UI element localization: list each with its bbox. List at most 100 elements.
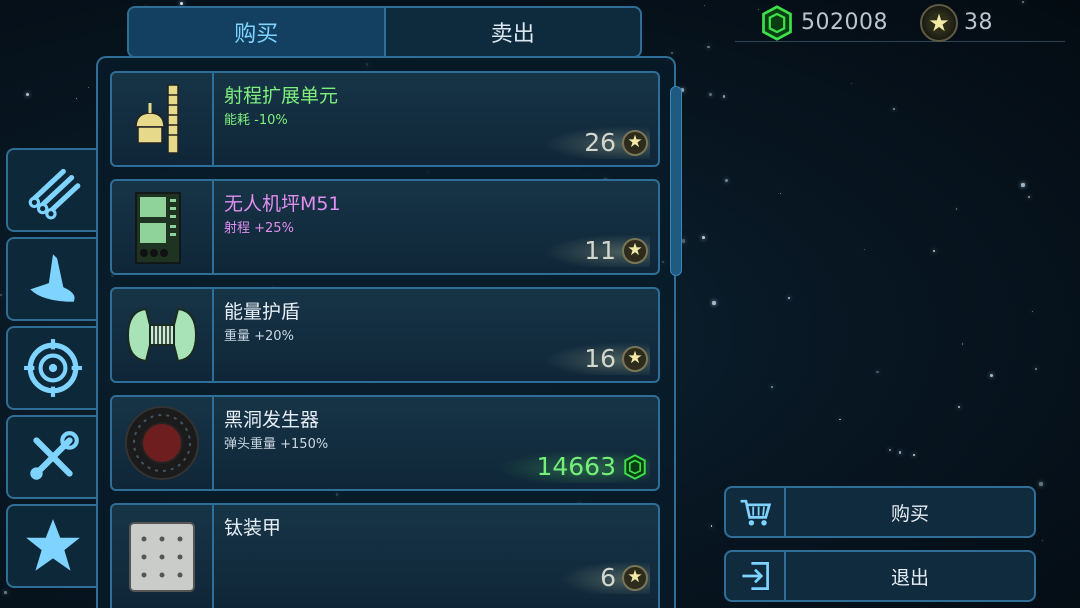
star-dot (671, 52, 674, 55)
item-stat: 能耗 -10% (224, 113, 288, 128)
price-value: 14663 (536, 452, 616, 481)
star-currency-icon: ★ (622, 237, 648, 264)
item-titanium-armor[interactable]: 钛装甲 6 ★ (110, 503, 660, 608)
star-dot (898, 451, 902, 454)
item-price: 16 ★ (544, 342, 650, 375)
wing-icon (30, 254, 75, 302)
item-thumb (112, 505, 214, 608)
star-dot (704, 4, 706, 6)
star-icon (26, 519, 80, 571)
star-dot (179, 1, 183, 5)
star-dot (26, 93, 30, 97)
list-scrollbar[interactable] (670, 86, 682, 276)
star-currency-icon: ★ (622, 345, 648, 372)
item-name: 能量护盾 (224, 301, 301, 323)
black-hole-icon (125, 406, 199, 480)
star-dot (888, 448, 892, 452)
star-dot (0, 294, 3, 297)
buy-button[interactable]: 购买 (724, 486, 1036, 538)
star-dot (876, 371, 879, 374)
item-price: 6 ★ (560, 561, 650, 594)
item-name: 钛装甲 (224, 517, 282, 539)
gem-count: 502008 (801, 10, 888, 35)
item-name: 无人机坪M51 (224, 193, 341, 215)
buy-button-label: 购买 (890, 502, 929, 525)
star-dot (710, 525, 713, 527)
star-dot (788, 297, 790, 299)
star-dot (933, 250, 936, 253)
item-thumb (112, 289, 214, 381)
item-name: 射程扩展单元 (224, 85, 339, 107)
star-dot (958, 405, 961, 408)
item-drone-pad[interactable]: 无人机坪M51 射程 +25% 11 ★ (110, 179, 660, 275)
pipes-icon (28, 168, 81, 220)
item-name: 黑洞发生器 (224, 409, 320, 431)
price-value: 11 (584, 236, 616, 265)
item-range-extender[interactable]: 射程扩展单元 能耗 -10% 26 ★ (110, 71, 660, 167)
target-icon (24, 339, 82, 397)
star-dot (87, 86, 90, 89)
star-dot (1021, 183, 1025, 187)
item-price: 26 ★ (544, 126, 650, 159)
exit-button-label: 退出 (890, 566, 929, 589)
tab-bar: 购买 卖出 (127, 6, 642, 58)
star-dot (912, 453, 916, 457)
energy-shield-icon (126, 307, 198, 363)
star-dot (681, 239, 685, 243)
exit-button[interactable]: 退出 (724, 550, 1036, 602)
category-wings[interactable] (6, 237, 98, 321)
category-weapons[interactable] (6, 326, 98, 410)
range-extender-icon (135, 84, 179, 154)
star-dot (850, 82, 853, 84)
item-thumb (112, 181, 214, 273)
star-dot (1022, 1, 1024, 3)
item-thumb (112, 397, 214, 489)
star-dot (75, 97, 78, 99)
star-dot (863, 248, 865, 251)
category-parts[interactable] (6, 148, 98, 232)
titanium-armor-icon (129, 521, 195, 592)
item-thumb (112, 73, 214, 165)
exit-icon-box (726, 552, 786, 600)
star-dot (725, 178, 729, 182)
star-dot (1034, 367, 1037, 370)
star-dot (962, 343, 964, 345)
star-dot (708, 93, 712, 96)
item-stat: 射程 +25% (224, 221, 294, 236)
category-special[interactable] (6, 504, 98, 588)
item-price: 11 ★ (544, 234, 650, 267)
star-dot (707, 46, 710, 49)
star-dot (839, 418, 841, 421)
price-value: 6 (600, 563, 616, 592)
item-price: 14663 (496, 450, 650, 483)
currency-bar: 502008 ★ 38 (735, 3, 1065, 42)
gem-icon (762, 4, 792, 41)
tab-buy[interactable]: 购买 (129, 8, 386, 56)
tools-icon (30, 431, 79, 480)
star-dot (893, 107, 896, 110)
drone-pad-icon (135, 192, 181, 264)
price-value: 16 (584, 344, 616, 373)
gem-currency-icon (624, 453, 646, 480)
item-energy-shield[interactable]: 能量护盾 重量 +20% 16 ★ (110, 287, 660, 383)
star-dot (723, 95, 726, 98)
item-stat: 重量 +20% (224, 329, 294, 344)
item-stat: 弹头重量 +150% (224, 437, 329, 452)
star-dot (1027, 196, 1030, 199)
star-currency-icon: ★ (622, 129, 648, 156)
star-count: 38 (963, 10, 993, 35)
star-dot (779, 193, 782, 195)
tab-sell[interactable]: 卖出 (386, 8, 641, 56)
star-dot (701, 236, 705, 240)
star-dot (4, 590, 7, 594)
category-tools[interactable] (6, 415, 98, 499)
star-icon: ★ (919, 3, 958, 42)
star-dot (1039, 482, 1043, 486)
star-dot (712, 301, 716, 305)
star-currency-icon: ★ (622, 564, 648, 591)
star-balance: ★ 38 (912, 3, 993, 42)
price-value: 26 (584, 128, 616, 157)
star-dot (771, 386, 774, 388)
cart-icon-box (726, 488, 786, 536)
item-black-hole-generator[interactable]: 黑洞发生器 弹头重量 +150% 14663 (110, 395, 660, 491)
